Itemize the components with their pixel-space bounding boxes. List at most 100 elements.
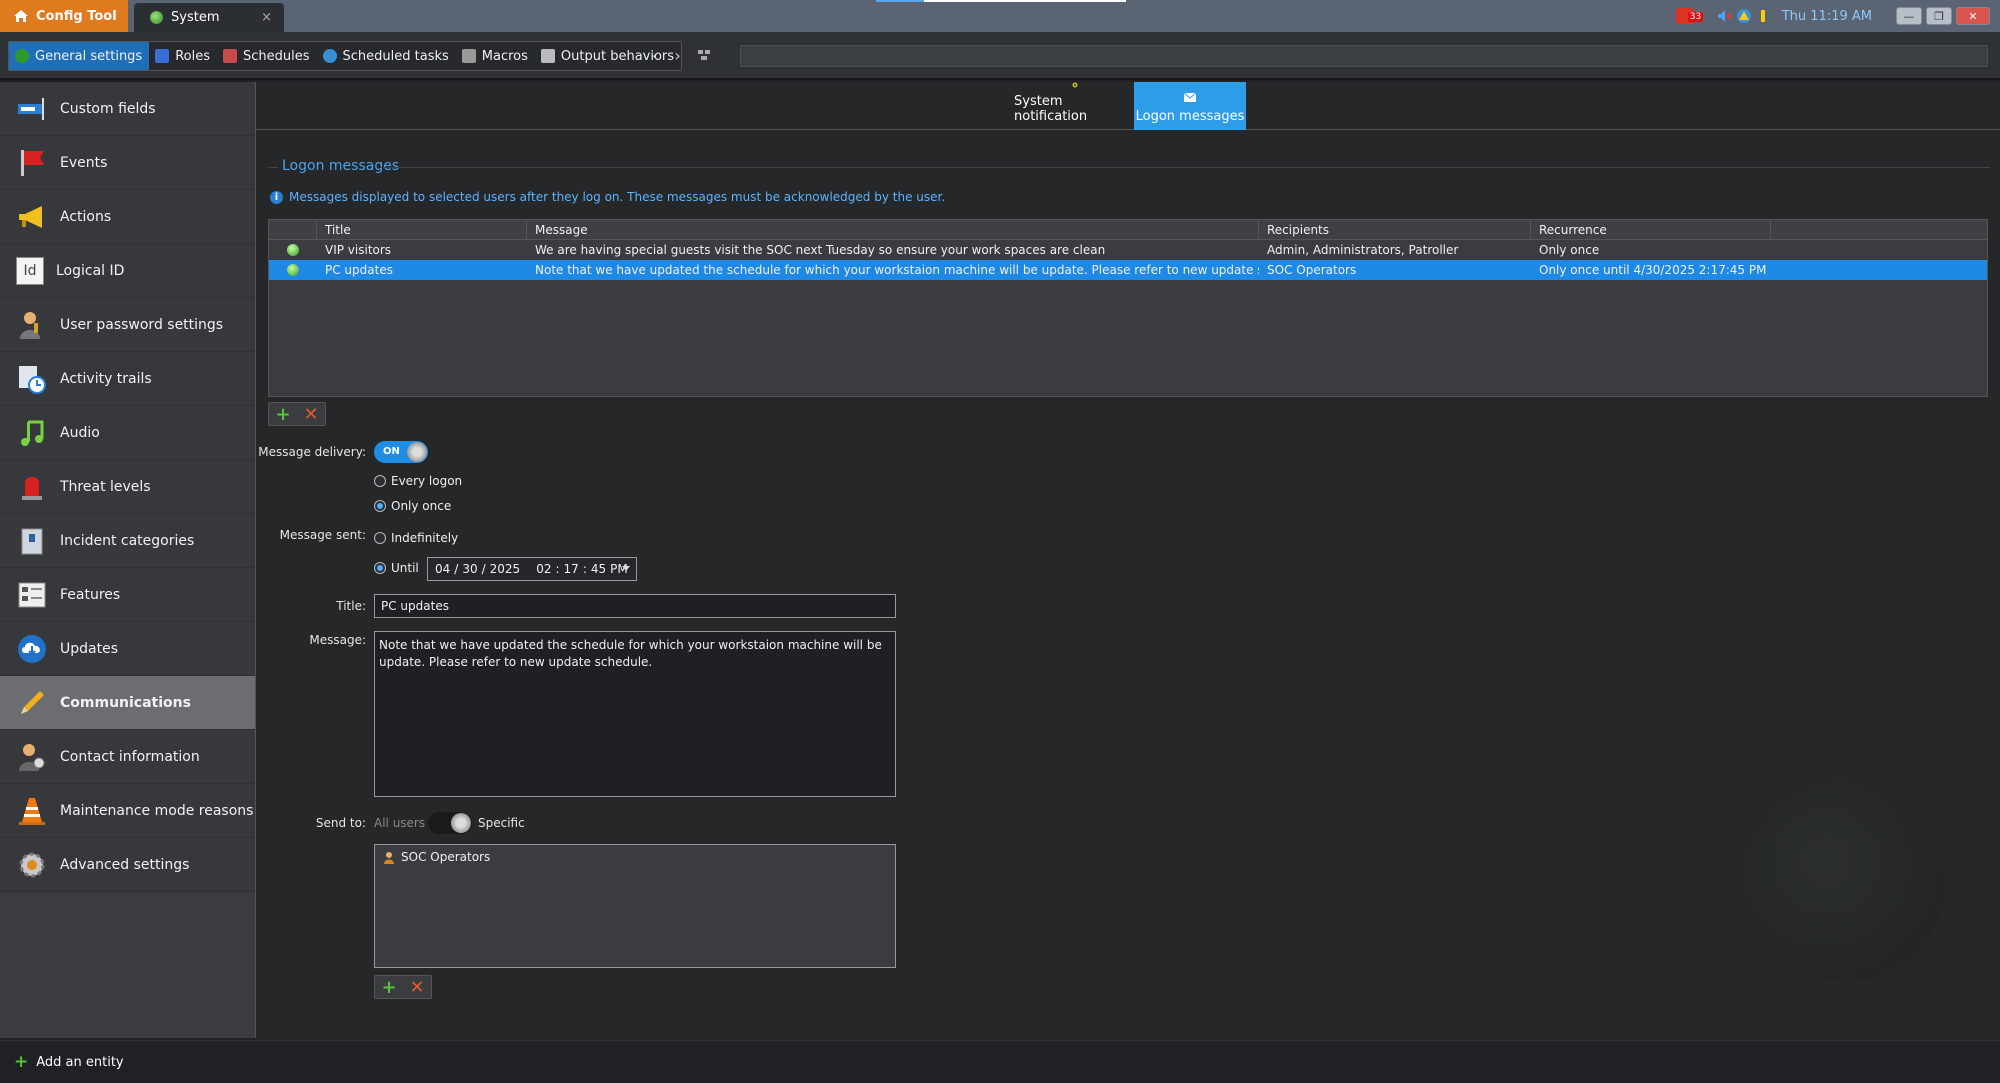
all-users-option[interactable]: All users [374,816,425,830]
close-tab-icon[interactable]: × [261,10,272,25]
tab-macros-label: Macros [481,48,528,64]
close-window-button[interactable]: ✕ [1956,7,1990,25]
sidebar: Custom fields Events Actions Id Logical … [0,82,256,1038]
column-header-recipients[interactable]: Recipients [1259,220,1531,239]
tab-system-notification[interactable]: System notification [1014,82,1136,130]
radio-indefinitely-label: Indefinitely [391,531,459,545]
tab-general-settings[interactable]: General settings [9,42,150,70]
recipient-buttons: + ✕ [374,975,432,999]
tab-general-settings-label: General settings [35,48,143,64]
advanced-gear-icon [19,852,45,877]
recipients-cell: SOC Operators [1267,263,1357,277]
column-header-message[interactable]: Message [527,220,1259,239]
sidebar-item-label: User password settings [60,316,224,333]
title-input[interactable]: PC updates [374,594,896,618]
column-header-recurrence[interactable]: Recurrence [1531,220,1771,239]
sidebar-item-custom-fields[interactable]: Custom fields [0,82,255,136]
sidebar-item-events[interactable]: Events [0,136,255,190]
recurrence-cell: Only once until 4/30/2025 2:17:45 PM [1539,263,1767,277]
filler-cell [1771,240,1987,260]
sidebar-item-label: Updates [60,640,118,657]
remove-recipient-button[interactable]: ✕ [403,976,431,998]
time-hour[interactable]: 02 [536,562,551,576]
time-second[interactable]: 45 [591,562,606,576]
tab-roles[interactable]: Roles [149,42,217,70]
message-cell: We are having special guests visit the S… [535,243,1106,257]
tab-schedules[interactable]: Schedules [217,42,317,70]
date-day[interactable]: 30 [462,562,477,576]
top-accent-strip-blue [876,0,924,2]
radio-until[interactable]: Until [374,561,419,575]
address-bar[interactable] [740,45,1988,67]
macro-icon [461,49,476,63]
alarm-shield-icon[interactable]: 33 [1675,8,1704,24]
sidebar-item-contact-information[interactable]: Contact information [0,730,255,784]
toggle-on-text: ON [383,446,400,457]
tab-schedules-label: Schedules [243,48,310,64]
config-tool-tab-label: Config Tool [36,8,117,24]
add-message-button[interactable]: + [269,403,297,425]
message-textarea[interactable]: Note that we have updated the schedule f… [374,631,896,797]
mute-icon[interactable] [1716,8,1732,24]
recipient-name: SOC Operators [401,850,491,864]
message-list-buttons: + ✕ [268,402,326,426]
sidebar-item-logical-id[interactable]: Id Logical ID [0,244,255,298]
warning-icon[interactable] [1736,8,1752,24]
sidebar-item-activity-trails[interactable]: Activity trails [0,352,255,406]
chevron-down-icon[interactable] [622,566,630,571]
date-month[interactable]: 04 [435,562,450,576]
radio-circle [374,532,386,544]
tab-scheduled-tasks[interactable]: Scheduled tasks [317,42,456,70]
sidebar-item-label: Actions [60,208,112,225]
date-year[interactable]: 2025 [490,562,521,576]
add-icon[interactable]: + [14,1052,28,1072]
section-title: Logon messages [282,158,400,174]
remove-message-button[interactable]: ✕ [297,403,325,425]
sidebar-item-incident-categories[interactable]: Incident categories [0,514,255,568]
tab-scheduled-tasks-label: Scheduled tasks [342,48,449,64]
radio-circle [374,475,386,487]
sidebar-item-features[interactable]: Features [0,568,255,622]
back-icon[interactable]: ‹ [652,46,658,65]
config-tool-tab[interactable]: Config Tool [0,0,128,32]
sidebar-item-actions[interactable]: Actions [0,190,255,244]
radio-indefinitely[interactable]: Indefinitely [374,531,458,545]
column-header-title[interactable]: Title [317,220,527,239]
toggle-knob [407,442,427,462]
add-recipient-button[interactable]: + [375,976,403,998]
radio-only-once[interactable]: Only once [374,499,451,513]
signal-icon[interactable] [1756,8,1772,24]
bottom-bar: + Add an entity [0,1040,2000,1083]
list-item[interactable]: SOC Operators [383,850,887,864]
sidebar-item-maintenance-mode-reasons[interactable]: Maintenance mode reasons [0,784,255,838]
minimize-button[interactable]: — [1896,7,1922,25]
sidebar-item-user-password-settings[interactable]: User password settings [0,298,255,352]
sidebar-item-updates[interactable]: Updates [0,622,255,676]
message-cell: Note that we have updated the schedule f… [535,263,1259,277]
tab-macros[interactable]: Macros [456,42,535,70]
table-row[interactable]: VIP visitors We are having special guest… [269,240,1987,260]
sidebar-item-communications[interactable]: Communications [0,676,255,730]
tab-logon-messages-label: Logon messages [1135,109,1245,124]
sidebar-item-audio[interactable]: Audio [0,406,255,460]
send-to-toggle[interactable] [428,812,472,834]
system-tab[interactable]: System × [134,3,284,32]
sidebar-item-threat-levels[interactable]: Threat levels [0,460,255,514]
add-entity-button[interactable]: Add an entity [36,1055,123,1070]
tab-logon-messages[interactable]: Logon messages [1134,82,1246,130]
until-datetime-picker[interactable]: 04 / 30 / 2025 02 : 17 : 45 PM [427,557,637,581]
sidebar-item-advanced-settings[interactable]: Advanced settings [0,838,255,892]
siren-icon [22,476,42,500]
flag-icon [21,149,44,176]
time-minute[interactable]: 17 [564,562,579,576]
title-bar: Config Tool System × 33 Thu 11:19 AM — ❐… [0,0,2000,32]
message-delivery-toggle[interactable]: ON [374,441,428,463]
table-row-selected[interactable]: PC updates Note that we have updated the… [269,260,1987,280]
forward-icon[interactable]: › [674,46,680,65]
message-label: Message: [309,633,366,647]
sidebar-item-label: Custom fields [60,100,156,117]
specific-option[interactable]: Specific [478,816,525,830]
hierarchy-icon[interactable] [697,48,711,62]
radio-every-logon[interactable]: Every logon [374,474,462,488]
restore-button[interactable]: ❐ [1926,7,1952,25]
